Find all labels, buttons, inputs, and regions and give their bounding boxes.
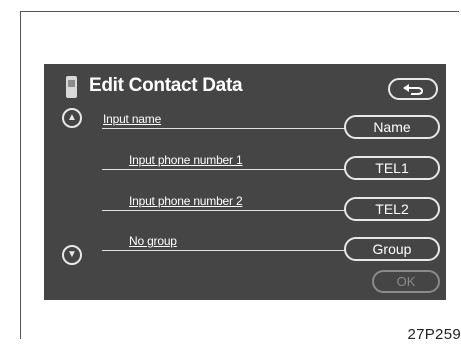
row-label-input-name: Input name: [103, 112, 162, 126]
double-chevron-up-icon: ▲: [67, 112, 77, 123]
back-arrow-icon: [403, 84, 424, 95]
tel2-button[interactable]: TEL2: [344, 197, 440, 221]
double-chevron-down-icon: ▼: [67, 249, 77, 260]
navigation-screen: Edit Contact Data ▲ ▼ Input name Name In…: [44, 64, 446, 300]
row-label-phone-1: Input phone number 1: [129, 153, 243, 167]
row-label-phone-2: Input phone number 2: [129, 194, 243, 208]
row-divider: [102, 169, 346, 170]
phone-icon: [66, 76, 77, 98]
ok-button[interactable]: OK: [372, 270, 440, 293]
page-title: Edit Contact Data: [89, 75, 243, 96]
name-button[interactable]: Name: [344, 115, 440, 139]
scroll-up-button[interactable]: ▲: [62, 108, 82, 128]
group-button[interactable]: Group: [344, 237, 440, 261]
scroll-down-button[interactable]: ▼: [62, 245, 82, 265]
back-button[interactable]: [388, 78, 438, 100]
row-label-group: No group: [129, 234, 177, 248]
figure-caption: 27P259: [407, 326, 461, 343]
tel1-button[interactable]: TEL1: [344, 156, 440, 180]
row-divider: [102, 250, 346, 251]
row-divider: [102, 210, 346, 211]
row-divider: [102, 128, 346, 129]
